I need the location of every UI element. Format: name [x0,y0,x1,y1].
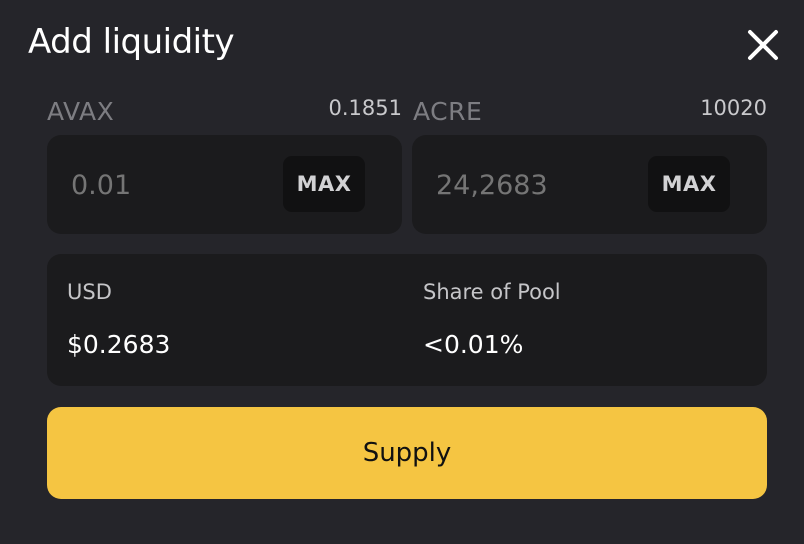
token-b-max-button[interactable]: MAX [648,156,730,212]
token-a-input-box: MAX [47,135,402,234]
modal-title: Add liquidity [28,22,235,62]
add-liquidity-modal: Add liquidity AVAX 0.1851 MAX ACRE 10020… [0,0,804,544]
token-b-symbol: ACRE [413,97,483,126]
close-icon [748,30,778,60]
token-b-balance: 10020 [700,96,767,120]
share-of-pool-value: <0.01% [423,330,524,359]
share-of-pool-label: Share of Pool [423,280,561,304]
token-b-amount-input[interactable] [436,165,636,205]
pool-summary-panel: USD $0.2683 Share of Pool <0.01% [47,254,767,386]
token-a-max-button[interactable]: MAX [283,156,365,212]
close-button[interactable] [744,26,782,64]
token-a-symbol: AVAX [47,97,115,126]
supply-button[interactable]: Supply [47,407,767,499]
usd-label: USD [67,280,112,304]
token-b-input-box: MAX [412,135,767,234]
token-a-balance: 0.1851 [328,96,402,120]
usd-value: $0.2683 [67,330,171,359]
token-a-amount-input[interactable] [71,165,271,205]
